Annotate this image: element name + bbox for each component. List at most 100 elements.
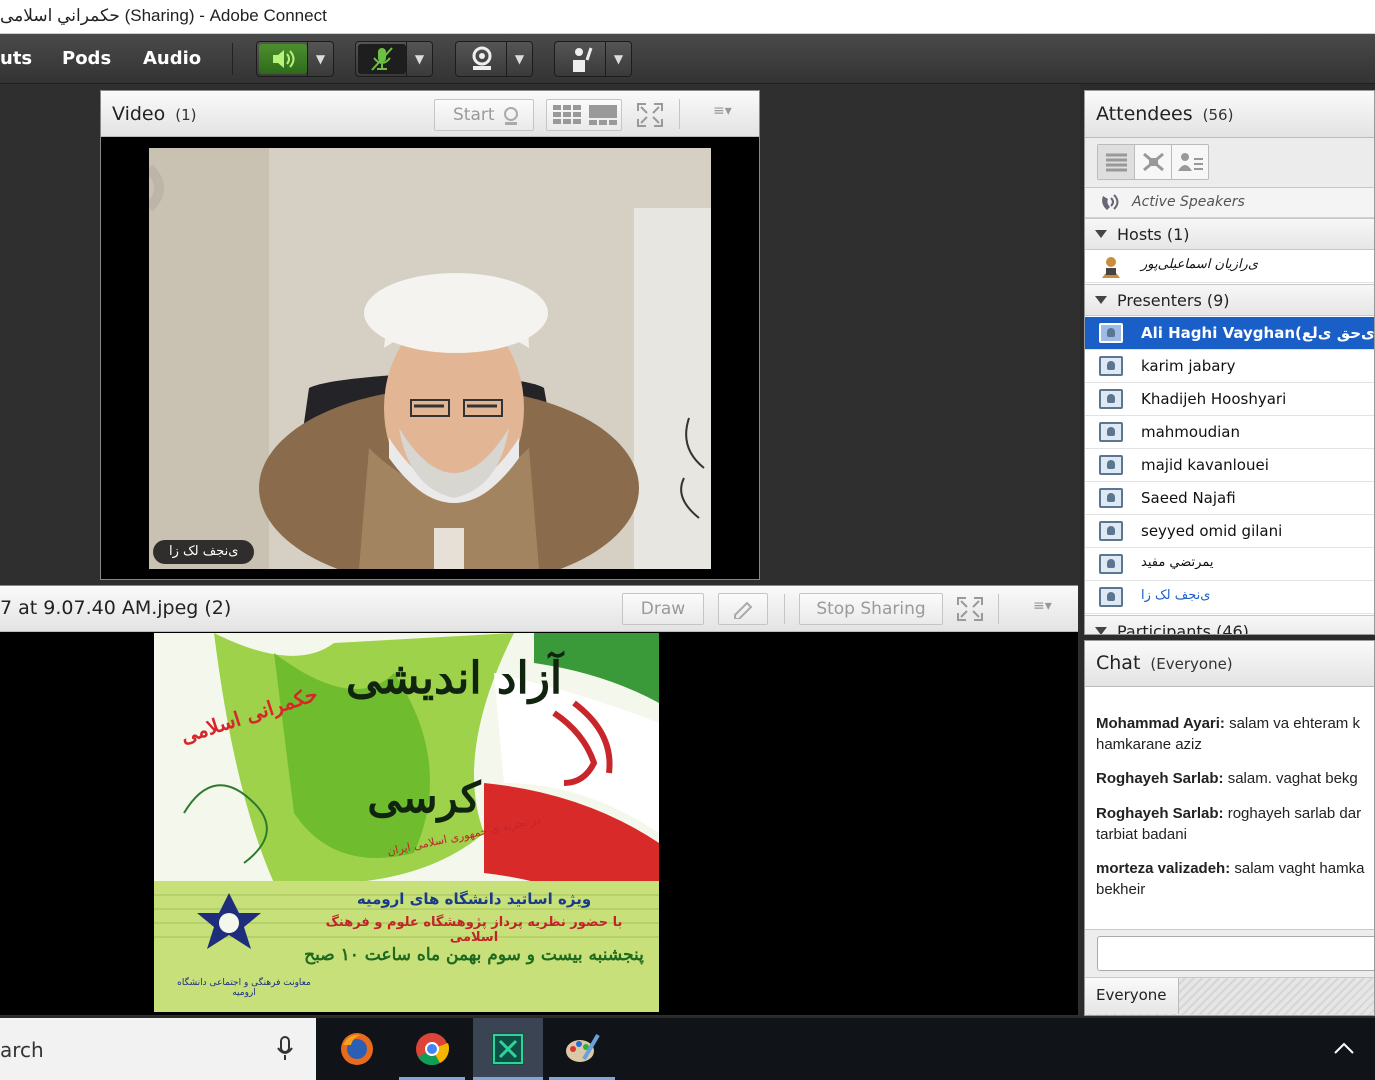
menu-layouts[interactable]: uts: [0, 48, 32, 69]
presenter-name: یمرتضي مفيد: [1141, 555, 1214, 570]
webcam-icon: [504, 107, 518, 125]
poster-line-1: ویژه اساتید دانشگاه های ارومیه: [356, 890, 592, 908]
menu-bar: uts Pods Audio ▼ ▼ ▼ ▼: [0, 34, 1375, 84]
status-toggle[interactable]: ▼: [554, 41, 632, 77]
speaker-toggle[interactable]: ▼: [256, 41, 334, 77]
presenter-row[interactable]: karim jabary: [1085, 350, 1374, 383]
chat-message: Roghayeh Sarlab: roghayeh sarlab dar tar…: [1096, 805, 1362, 843]
presenter-name: ی‌نجف لک زا: [1141, 588, 1211, 603]
presenter-row[interactable]: majid kavanlouei: [1085, 449, 1374, 482]
pod-options-menu-icon[interactable]: ≡▾: [713, 103, 732, 119]
menu-audio[interactable]: Audio: [143, 48, 201, 69]
share-pod: 7 at 9.07.40 AM.jpeg (2) Draw Stop Shari…: [0, 585, 1078, 1015]
presenter-name: Khadijeh Hooshyari: [1141, 390, 1287, 408]
fullscreen-icon[interactable]: [637, 103, 663, 131]
taskbar-search-box[interactable]: arch: [0, 1018, 316, 1080]
chat-input-area: [1085, 929, 1374, 977]
presenter-row[interactable]: Saeed Najafi: [1085, 482, 1374, 515]
host-icon: [1102, 257, 1120, 278]
raise-hand-icon: [557, 44, 605, 74]
microphone-icon: [277, 1036, 293, 1060]
chat-message-input[interactable]: [1097, 936, 1374, 971]
adobe-connect-taskbar-button[interactable]: [473, 1018, 543, 1080]
filmstrip-view-icon: [589, 105, 617, 125]
attendees-title: Attendees (56): [1096, 103, 1234, 125]
poster-line-3: پنجشنبه بیست و سوم بهمن ماه ساعت ۱۰ صبح: [304, 945, 644, 965]
webcam-toggle[interactable]: ▼: [455, 41, 533, 77]
presenter-row[interactable]: Ali Haghi Vayghan(ی‌حق ی‌لع): [1085, 317, 1374, 350]
poster-line-2: با حضور نظریه پرداز پژوهشگاه علوم و فرهن…: [325, 915, 623, 945]
chat-message: Mohammad Ayari: salam va ehteram k hamka…: [1096, 715, 1360, 753]
video-layout-toggle[interactable]: [546, 99, 622, 131]
presenters-section-header[interactable]: Presenters (9): [1085, 284, 1374, 316]
firefox-taskbar-button[interactable]: [322, 1018, 392, 1080]
active-speakers-label: Active Speakers: [1132, 194, 1245, 210]
collapse-triangle-icon: [1095, 296, 1107, 304]
microphone-dropdown[interactable]: ▼: [406, 42, 432, 76]
attendees-view-toolbar: [1085, 138, 1374, 188]
video-participant-label: ی‌نجف لک زا: [153, 540, 255, 564]
microphone-toggle[interactable]: ▼: [355, 41, 433, 77]
breakout-view-icon[interactable]: [1135, 145, 1172, 179]
chrome-icon: [416, 1033, 450, 1066]
poster-org: معاونت فرهنگی و اجتماعی دانشگاه ارومیه: [177, 978, 311, 998]
draw-tools-button[interactable]: [718, 593, 768, 625]
share-pod-header: 7 at 9.07.40 AM.jpeg (2) Draw Stop Shari…: [0, 586, 1078, 632]
share-fullscreen-icon[interactable]: [957, 597, 983, 625]
attendees-pod: Attendees (56) Active Speakers Hosts (1) …: [1084, 90, 1375, 635]
chat-footer: Everyone: [1085, 977, 1374, 1015]
presenter-icon: [1099, 323, 1123, 343]
poster-title-main: آزاد اندیشی: [345, 653, 563, 704]
paint-taskbar-button[interactable]: [547, 1018, 617, 1080]
host-row[interactable]: ی‌رازیان اسماعیلی‌پور: [1085, 250, 1374, 283]
presenter-icon: [1099, 554, 1123, 574]
start-webcam-button[interactable]: Start: [434, 99, 534, 131]
view-toggle-group: [1097, 144, 1209, 180]
adobe-connect-icon: [492, 1033, 524, 1065]
shared-poster-image: آزاد اندیشی کرسی حکمرانی اسلامی در تجربه…: [154, 633, 659, 1012]
share-pod-options-icon[interactable]: ≡▾: [1033, 598, 1052, 614]
hosts-section-header[interactable]: Hosts (1): [1085, 218, 1374, 250]
draw-button[interactable]: Draw: [622, 593, 704, 625]
chevron-up-icon[interactable]: [1333, 1040, 1355, 1059]
firefox-icon: [341, 1033, 373, 1065]
collapse-triangle-icon: [1095, 230, 1107, 238]
participants-section-header[interactable]: Participants (46): [1085, 615, 1374, 635]
presenters-section-label: Presenters (9): [1117, 291, 1230, 310]
chat-recipient-tab[interactable]: Everyone: [1085, 978, 1179, 1014]
stop-sharing-button[interactable]: Stop Sharing: [799, 593, 943, 625]
presenter-row[interactable]: Khadijeh Hooshyari: [1085, 383, 1374, 416]
presenter-icon: [1099, 455, 1123, 475]
presenter-row[interactable]: یمرتضي مفيد: [1085, 548, 1374, 581]
presenter-row[interactable]: ی‌نجف لک زا: [1085, 581, 1374, 614]
participants-section-label: Participants (46): [1117, 622, 1249, 635]
status-dropdown[interactable]: ▼: [605, 42, 631, 76]
chat-pod: Chat (Everyone) Mohammad Ayari: salam va …: [1084, 640, 1375, 1016]
presenter-icon: [1099, 422, 1123, 442]
video-pod: Video(1) Start ≡▾: [100, 90, 760, 580]
status-view-icon[interactable]: [1172, 145, 1209, 179]
title-bar: حكمراني اسلامی (Sharing) - Adobe Connect: [0, 0, 1375, 34]
presenter-icon: [1099, 389, 1123, 409]
chat-message: Roghayeh Sarlab: salam. vaghat bekg: [1096, 770, 1358, 787]
list-view-icon[interactable]: [1098, 145, 1135, 179]
paint-icon: [566, 1033, 600, 1062]
presenter-row[interactable]: mahmoudian: [1085, 416, 1374, 449]
chat-header: Chat (Everyone): [1085, 641, 1374, 687]
chat-message: morteza valizadeh: salam vaght hamka bek…: [1096, 860, 1365, 898]
speaker-dropdown[interactable]: ▼: [307, 42, 333, 76]
active-speakers-bar: Active Speakers: [1085, 188, 1374, 218]
poster-title-prefix: کرسی: [367, 773, 481, 822]
webcam-dropdown[interactable]: ▼: [506, 42, 532, 76]
chrome-taskbar-button[interactable]: [397, 1018, 467, 1080]
presenter-name: seyyed omid gilani: [1141, 522, 1283, 540]
search-text: arch: [0, 1038, 44, 1062]
grid-view-icon: [553, 105, 581, 124]
presenter-row[interactable]: seyyed omid gilani: [1085, 515, 1374, 548]
pencil-icon: [734, 601, 753, 619]
webcam-icon: [458, 44, 506, 74]
menu-pods[interactable]: Pods: [62, 48, 111, 69]
window-title: حكمراني اسلامی (Sharing) - Adobe Connect: [0, 6, 327, 25]
video-pod-header: Video (1) Start ≡▾: [101, 91, 759, 137]
collapse-triangle-icon: [1095, 627, 1107, 634]
